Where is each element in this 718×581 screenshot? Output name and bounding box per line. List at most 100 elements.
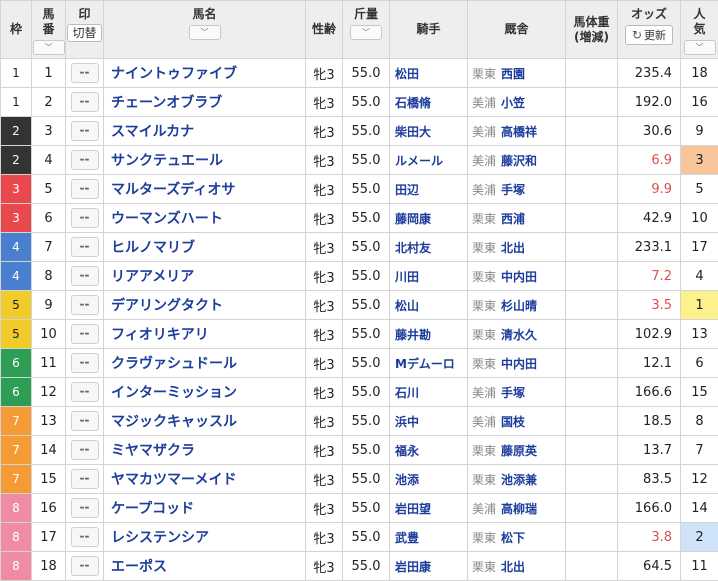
mark-cell: -- <box>66 465 104 494</box>
header-umaban[interactable]: 馬番 ﹀ <box>32 1 66 59</box>
mark-select-button[interactable]: -- <box>71 295 99 315</box>
horse-name-link[interactable]: ヤマカツマーメイド <box>104 465 306 494</box>
jockey-link[interactable]: 浜中 <box>390 407 468 436</box>
trainer-link[interactable]: 高柳瑞 <box>501 502 537 516</box>
mark-select-button[interactable]: -- <box>71 150 99 170</box>
trainer-link[interactable]: 中内田 <box>501 270 537 284</box>
table-row: 611--クラヴァシュドール牝355.0Mデムーロ栗東中内田12.16 <box>1 349 718 378</box>
header-weight[interactable]: 斤量 ﹀ <box>343 1 390 59</box>
jockey-link[interactable]: 藤井勘 <box>390 320 468 349</box>
horse-name-link[interactable]: レシステンシア <box>104 523 306 552</box>
stable-cell: 栗東池添兼 <box>468 465 566 494</box>
horse-name-link[interactable]: ナイントゥファイブ <box>104 59 306 88</box>
mark-select-button[interactable]: -- <box>71 237 99 257</box>
weight-cell: 55.0 <box>343 436 390 465</box>
mark-select-button[interactable]: -- <box>71 266 99 286</box>
header-popularity[interactable]: 人気 ﹀ <box>681 1 718 59</box>
horse-name-link[interactable]: デアリングタクト <box>104 291 306 320</box>
jockey-link[interactable]: ルメール <box>390 146 468 175</box>
trainer-link[interactable]: 西園 <box>501 67 525 81</box>
jockey-link[interactable]: Mデムーロ <box>390 349 468 378</box>
header-horse[interactable]: 馬名 ﹀ <box>104 1 306 59</box>
horse-name-link[interactable]: リアアメリア <box>104 262 306 291</box>
jockey-link[interactable]: 岩田康 <box>390 552 468 581</box>
mark-select-button[interactable]: -- <box>71 498 99 518</box>
trainer-link[interactable]: 北出 <box>501 560 525 574</box>
trainer-link[interactable]: 高橋祥 <box>501 125 537 139</box>
trainer-link[interactable]: 小笠 <box>501 96 525 110</box>
trainer-link[interactable]: 手塚 <box>501 386 525 400</box>
sort-horse-chevron-down-icon[interactable]: ﹀ <box>189 25 221 40</box>
trainer-link[interactable]: 藤原英 <box>501 444 537 458</box>
mark-select-button[interactable]: -- <box>71 121 99 141</box>
table-row: 12--チェーンオブラブ牝355.0石橋脩美浦小笠192.016 <box>1 88 718 117</box>
trainer-link[interactable]: 松下 <box>501 531 525 545</box>
horse-name-link[interactable]: チェーンオブラブ <box>104 88 306 117</box>
horse-name-link[interactable]: クラヴァシュドール <box>104 349 306 378</box>
horse-name-link[interactable]: スマイルカナ <box>104 117 306 146</box>
umaban-cell: 3 <box>32 117 66 146</box>
trainer-link[interactable]: 池添兼 <box>501 473 537 487</box>
jockey-link[interactable]: 田辺 <box>390 175 468 204</box>
jockey-link[interactable]: 柴田大 <box>390 117 468 146</box>
stable-area: 栗東 <box>472 473 496 487</box>
mark-select-button[interactable]: -- <box>71 556 99 576</box>
trainer-link[interactable]: 藤沢和 <box>501 154 537 168</box>
waku-header-label: 枠 <box>10 22 22 36</box>
mark-select-button[interactable]: -- <box>71 469 99 489</box>
sexage-cell: 牝3 <box>306 175 343 204</box>
stable-area: 美浦 <box>472 415 496 429</box>
horse-name-link[interactable]: フィオリキアリ <box>104 320 306 349</box>
waku-cell: 7 <box>1 407 32 436</box>
horse-name-link[interactable]: マジックキャッスル <box>104 407 306 436</box>
trainer-link[interactable]: 手塚 <box>501 183 525 197</box>
trainer-link[interactable]: 清水久 <box>501 328 537 342</box>
sort-popularity-chevron-down-icon[interactable]: ﹀ <box>684 40 716 55</box>
horse-name-link[interactable]: ミヤマザクラ <box>104 436 306 465</box>
horse-name-link[interactable]: サンクテュエール <box>104 146 306 175</box>
mark-select-button[interactable]: -- <box>71 440 99 460</box>
horse-name-link[interactable]: インターミッション <box>104 378 306 407</box>
jockey-link[interactable]: 松田 <box>390 59 468 88</box>
jockey-link[interactable]: 川田 <box>390 262 468 291</box>
weight-cell: 55.0 <box>343 175 390 204</box>
horse-name-link[interactable]: ヒルノマリブ <box>104 233 306 262</box>
odds-refresh-button[interactable]: ↻更新 <box>625 25 673 45</box>
mark-select-button[interactable]: -- <box>71 353 99 373</box>
jockey-link[interactable]: 藤岡康 <box>390 204 468 233</box>
sort-umaban-chevron-down-icon[interactable]: ﹀ <box>33 40 65 55</box>
trainer-link[interactable]: 西浦 <box>501 212 525 226</box>
mark-cell: -- <box>66 552 104 581</box>
horse-name-link[interactable]: マルターズディオサ <box>104 175 306 204</box>
horse-name-link[interactable]: エーポス <box>104 552 306 581</box>
header-body-weight: 馬体重(増減) <box>566 1 618 59</box>
mark-select-button[interactable]: -- <box>71 208 99 228</box>
trainer-link[interactable]: 杉山晴 <box>501 299 537 313</box>
mark-select-button[interactable]: -- <box>71 527 99 547</box>
mark-select-button[interactable]: -- <box>71 382 99 402</box>
mark-select-button[interactable]: -- <box>71 63 99 83</box>
trainer-link[interactable]: 北出 <box>501 241 525 255</box>
trainer-link[interactable]: 中内田 <box>501 357 537 371</box>
sexage-cell: 牝3 <box>306 378 343 407</box>
jockey-link[interactable]: 北村友 <box>390 233 468 262</box>
jockey-link[interactable]: 石川 <box>390 378 468 407</box>
jockey-link[interactable]: 池添 <box>390 465 468 494</box>
umaban-cell: 10 <box>32 320 66 349</box>
mark-toggle-button[interactable]: 切替 <box>67 24 101 42</box>
sort-weight-chevron-down-icon[interactable]: ﹀ <box>350 25 382 40</box>
mark-select-button[interactable]: -- <box>71 324 99 344</box>
mark-select-button[interactable]: -- <box>71 411 99 431</box>
mark-select-button[interactable]: -- <box>71 92 99 112</box>
horse-name-link[interactable]: ウーマンズハート <box>104 204 306 233</box>
jockey-link[interactable]: 福永 <box>390 436 468 465</box>
mark-select-button[interactable]: -- <box>71 179 99 199</box>
stable-area: 栗東 <box>472 241 496 255</box>
jockey-link[interactable]: 岩田望 <box>390 494 468 523</box>
trainer-link[interactable]: 国枝 <box>501 415 525 429</box>
jockey-link[interactable]: 松山 <box>390 291 468 320</box>
jockey-link[interactable]: 武豊 <box>390 523 468 552</box>
weight-cell: 55.0 <box>343 349 390 378</box>
horse-name-link[interactable]: ケープコッド <box>104 494 306 523</box>
jockey-link[interactable]: 石橋脩 <box>390 88 468 117</box>
